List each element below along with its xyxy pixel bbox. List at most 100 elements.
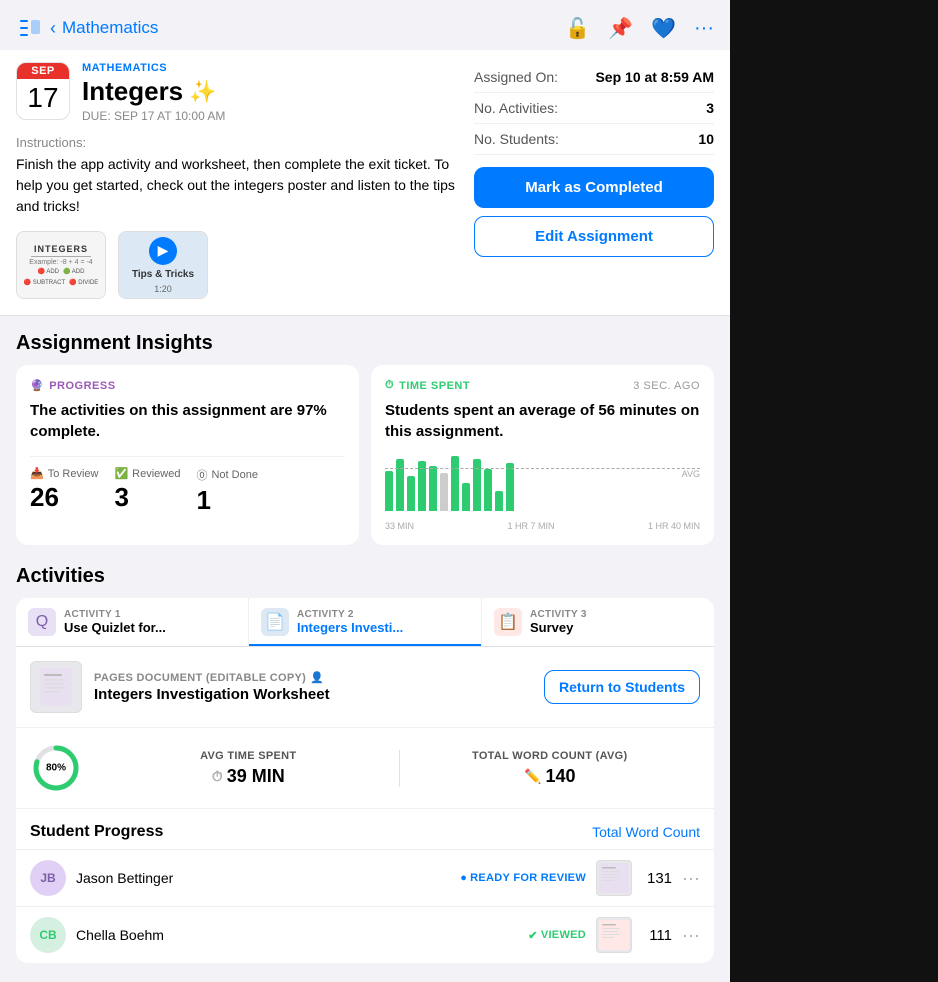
reviewed-value: 3 (114, 482, 180, 513)
x-label-3: 1 HR 40 MIN (648, 521, 700, 531)
calendar-badge: SEP 17 (16, 62, 70, 120)
total-word-count-link[interactable]: Total Word Count (592, 824, 700, 840)
worksheet-type: PAGES DOCUMENT (EDITABLE COPY) 👤 (94, 671, 532, 684)
student-2-more-button[interactable]: ··· (682, 925, 700, 946)
play-icon[interactable]: ▶ (149, 237, 177, 265)
student-2-name: Chella Boehm (76, 927, 518, 943)
student-progress-title: Student Progress (30, 823, 163, 841)
viewed-check-icon: ✔ (528, 929, 538, 942)
word-count-col: TOTAL WORD COUNT (AVG) ✏️ 140 (399, 750, 701, 787)
edit-assignment-button[interactable]: Edit Assignment (474, 216, 714, 257)
student-1-more-button[interactable]: ··· (682, 868, 700, 889)
completion-ring: 80% (30, 742, 82, 794)
bar-3 (407, 476, 415, 511)
heart-icon[interactable]: 💙 (651, 16, 676, 41)
activity-tab-2[interactable]: 📄 ACTIVITY 2 Integers Investi... (249, 598, 482, 646)
chart-bars (385, 456, 700, 511)
word-count-label: TOTAL WORD COUNT (AVG) (412, 750, 689, 762)
progress-icon: 🔮 (30, 379, 44, 392)
sidebar-toggle-button[interactable] (16, 14, 44, 42)
activity-tab-1[interactable]: Q ACTIVITY 1 Use Quizlet for... (16, 598, 249, 646)
bar-2 (396, 459, 404, 511)
not-done-icon: ⓪ (196, 467, 207, 483)
activity-tabs: Q ACTIVITY 1 Use Quizlet for... 📄 ACTIVI… (16, 598, 714, 647)
student-progress-header: Student Progress Total Word Count (16, 809, 714, 849)
num-activities-row: No. Activities: 3 (474, 93, 714, 124)
worksheet-thumbnail (30, 661, 82, 713)
avg-time-value: ⏱ 39 MIN (110, 766, 387, 787)
activity-3-number: ACTIVITY 3 (530, 609, 587, 620)
assignment-details-right: Assigned On: Sep 10 at 8:59 AM No. Activ… (474, 62, 714, 299)
bar-9 (473, 459, 481, 511)
nav-actions: 🔓 📌 💙 ··· (565, 16, 714, 41)
clock-icon: ⏱ (212, 768, 223, 785)
ring-label: 80% (46, 763, 66, 774)
return-to-students-button[interactable]: Return to Students (544, 670, 700, 704)
video-label: Tips & Tricks (132, 269, 194, 280)
bar-7 (451, 456, 459, 511)
time-spent-text: Students spent an average of 56 minutes … (385, 400, 700, 442)
worksheet-name: Integers Investigation Worksheet (94, 686, 532, 703)
activity-2-icon: 📄 (261, 608, 289, 636)
nav-back-label[interactable]: Mathematics (62, 18, 158, 38)
x-label-2: 1 HR 7 MIN (507, 521, 554, 531)
more-options-icon[interactable]: ··· (694, 17, 714, 40)
activities-section: Activities Q ACTIVITY 1 Use Quizlet for.… (0, 561, 730, 979)
avg-line: AVG (385, 468, 700, 479)
assignment-title: Integers ✨ (82, 76, 225, 107)
reviewed-stat: ✅ Reviewed 3 (114, 467, 180, 516)
attachments: INTEGERS Example: -8 + 4 = -4 🔴 ADD 🟢 AD… (16, 231, 458, 299)
activity-1-number: ACTIVITY 1 (64, 609, 166, 620)
back-chevron-icon[interactable]: ‹ (50, 18, 56, 39)
student-row-1: JB Jason Bettinger ● READY FOR REVIEW (16, 849, 714, 906)
bar-8 (462, 483, 470, 511)
activity-3-name: Survey (530, 620, 587, 635)
attachment-video[interactable]: ▶ Tips & Tricks 1:20 (118, 231, 208, 299)
word-count-value: ✏️ 140 (412, 766, 689, 787)
student-2-count: 111 (642, 927, 672, 944)
pin-icon[interactable]: 📌 (608, 16, 633, 41)
avg-time-col: AVG TIME SPENT ⏱ 39 MIN (98, 750, 399, 787)
student-2-thumbnail[interactable] (596, 917, 632, 953)
student-2-avatar: CB (30, 917, 66, 953)
activity-1-name: Use Quizlet for... (64, 620, 166, 635)
student-1-status: ● READY FOR REVIEW (460, 872, 586, 884)
assigned-on-label: Assigned On: (474, 69, 558, 85)
poster-title: INTEGERS (34, 244, 88, 254)
num-students-label: No. Students: (474, 131, 559, 147)
activity-2-number: ACTIVITY 2 (297, 609, 403, 620)
calendar-month: SEP (17, 63, 69, 79)
worksheet-row: PAGES DOCUMENT (EDITABLE COPY) 👤 Integer… (16, 647, 714, 728)
poster-divider (31, 256, 91, 257)
student-1-thumbnail[interactable] (596, 860, 632, 896)
worksheet-stats: 80% AVG TIME SPENT ⏱ 39 MIN TOTAL WORD C… (16, 728, 714, 809)
inbox-icon: 📥 (30, 467, 44, 480)
num-students-row: No. Students: 10 (474, 124, 714, 155)
chart-x-labels: 33 MIN 1 HR 7 MIN 1 HR 40 MIN (385, 521, 700, 531)
top-nav: ‹ Mathematics 🔓 📌 💙 ··· (0, 0, 730, 50)
assigned-on-value: Sep 10 at 8:59 AM (595, 69, 714, 85)
bar-11 (495, 491, 503, 511)
stats-row: 📥 To Review 26 ✅ Reviewed 3 (30, 456, 345, 516)
activity-2-name: Integers Investi... (297, 620, 403, 635)
poster-subtitle: Example: -8 + 4 = -4 (29, 259, 92, 266)
student-1-name: Jason Bettinger (76, 870, 450, 886)
mark-complete-button[interactable]: Mark as Completed (474, 167, 714, 208)
unlock-icon[interactable]: 🔓 (565, 16, 590, 41)
person-icon: 👤 (310, 671, 324, 684)
word-count-icon: ✏️ (524, 768, 541, 785)
activity-content: PAGES DOCUMENT (EDITABLE COPY) 👤 Integer… (16, 647, 714, 963)
worksheet-info: PAGES DOCUMENT (EDITABLE COPY) 👤 Integer… (94, 671, 532, 703)
insights-grid: 🔮 PROGRESS The activities on this assign… (0, 365, 730, 561)
activity-tab-3[interactable]: 📋 ACTIVITY 3 Survey (482, 598, 714, 646)
attachment-poster[interactable]: INTEGERS Example: -8 + 4 = -4 🔴 ADD 🟢 AD… (16, 231, 106, 299)
assigned-on-row: Assigned On: Sep 10 at 8:59 AM (474, 62, 714, 93)
progress-text: The activities on this assignment are 97… (30, 400, 345, 442)
time-spent-card: ⏱ TIME SPENT 3 sec. ago Students spent a… (371, 365, 714, 545)
assignment-header: SEP 17 MATHEMATICS Integers ✨ DUE: SEP 1… (0, 50, 730, 316)
time-chart: AVG 33 MIN 1 HR 7 MIN 1 HR 40 MIN (385, 456, 700, 531)
not-done-stat: ⓪ Not Done 1 (196, 467, 257, 516)
instructions-label: Instructions: (16, 135, 458, 150)
progress-header: 🔮 PROGRESS (30, 379, 345, 392)
activity-1-icon: Q (28, 608, 56, 636)
